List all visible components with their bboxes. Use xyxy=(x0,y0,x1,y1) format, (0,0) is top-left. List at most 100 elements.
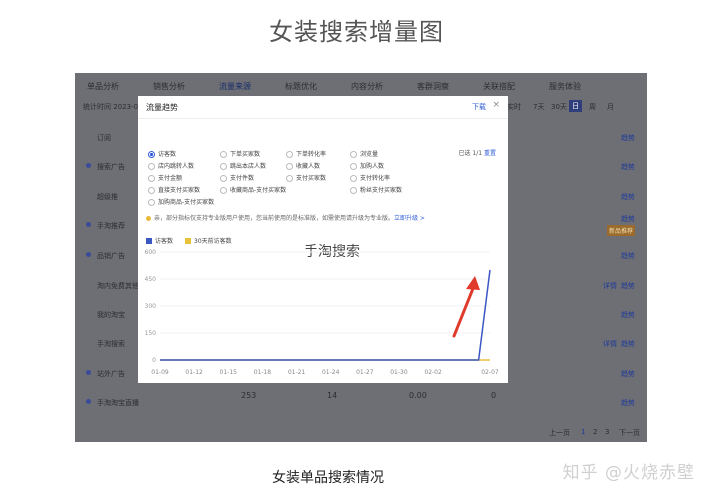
trend-link[interactable]: 趋势 xyxy=(621,398,635,408)
row-dot[interactable] xyxy=(86,222,91,227)
metric-option[interactable]: 跳出本店人数 xyxy=(220,161,266,170)
trend-link[interactable]: 趋势 xyxy=(621,192,635,202)
row-label: 手淘推荐 xyxy=(97,222,125,230)
metric-label: 下单转化率 xyxy=(296,151,327,158)
tab-related[interactable]: 关联搭配 xyxy=(483,81,515,92)
row-label: 淘内免费其他 xyxy=(97,282,139,290)
metric-label: 直接支付买家数 xyxy=(158,187,201,194)
download-button[interactable]: 下载 xyxy=(472,102,486,112)
metric-option[interactable]: 下单买家数 xyxy=(220,149,260,158)
row-dot[interactable] xyxy=(86,399,91,404)
metric-label: 支付买家数 xyxy=(296,175,327,182)
tab-sales[interactable]: 销售分析 xyxy=(153,81,185,92)
trend-link[interactable]: 趋势 xyxy=(621,214,635,224)
metric-option[interactable]: 支付转化率 xyxy=(350,173,390,182)
metric-label: 下单买家数 xyxy=(230,151,261,158)
radio-icon[interactable] xyxy=(148,175,155,182)
period-day[interactable]: 日 xyxy=(569,100,582,112)
metric-option[interactable]: 直接支付买家数 xyxy=(148,185,200,194)
period-7d[interactable]: 7天 xyxy=(533,102,544,112)
pager-page-1[interactable]: 1 xyxy=(581,428,585,436)
y-tick-label: 0 xyxy=(152,357,156,364)
radio-icon[interactable] xyxy=(350,163,357,170)
pager-page-2[interactable]: 2 xyxy=(593,428,597,436)
y-tick-label: 450 xyxy=(145,276,157,283)
metric-option[interactable]: 收藏人数 xyxy=(286,161,320,170)
pager-next[interactable]: 下一页 xyxy=(619,428,640,438)
trend-link[interactable]: 趋势 xyxy=(621,251,635,261)
legend-item[interactable]: 30天前访客数 xyxy=(185,236,232,245)
trend-link[interactable]: 趋势 xyxy=(621,310,635,320)
tab-traffic-source[interactable]: 流量来源 xyxy=(219,81,251,92)
metric-label: 跳出本店人数 xyxy=(230,163,267,170)
metric-label: 收藏商品-支付买家数 xyxy=(230,187,287,194)
selected-count: 已选 1/1 重置 xyxy=(458,148,496,157)
tab-service[interactable]: 服务体验 xyxy=(549,81,581,92)
metric-label: 支付件数 xyxy=(230,175,255,182)
detail-link[interactable]: 详情 xyxy=(603,339,617,349)
upgrade-link[interactable]: 立即升级 > xyxy=(394,215,425,222)
legend-swatch xyxy=(146,237,152,244)
legend-item[interactable]: 访客数 xyxy=(146,236,173,245)
radio-icon[interactable] xyxy=(220,175,227,182)
metric-option[interactable]: 下单转化率 xyxy=(286,149,326,158)
trend-link[interactable]: 趋势 xyxy=(621,133,635,143)
metric-option[interactable]: 访客数 xyxy=(148,149,176,158)
trend-chart: 0 150 300 450 600 01-09 01-12 01-15 01-18 01-21 01… xyxy=(145,249,499,376)
period-realtime[interactable]: 实时 xyxy=(507,102,521,112)
metric-option[interactable]: 收藏商品-支付买家数 xyxy=(220,185,286,194)
row-dot[interactable] xyxy=(86,252,91,257)
period-week[interactable]: 周 xyxy=(589,102,596,112)
period-month[interactable]: 月 xyxy=(607,102,614,112)
metric-label: 加购人数 xyxy=(360,163,385,170)
value-cell: 253 xyxy=(241,391,257,400)
tab-title-optimize[interactable]: 标题优化 xyxy=(285,81,317,92)
radio-icon[interactable] xyxy=(350,187,357,194)
radio-icon[interactable] xyxy=(148,163,155,170)
close-icon[interactable]: × xyxy=(492,100,500,110)
tab-customer[interactable]: 客群洞察 xyxy=(417,81,449,92)
notice-text: 亲，部分指标仅支持专业版用户使用，您当前使用的是标准版，如需使用请升级为专业版。 xyxy=(154,215,395,222)
pager-page-3[interactable]: 3 xyxy=(605,428,609,436)
period-30d[interactable]: 30天 xyxy=(551,102,567,112)
x-tick-label: 01-27 xyxy=(356,369,374,376)
tab-content[interactable]: 内容分析 xyxy=(351,81,383,92)
radio-icon[interactable] xyxy=(350,151,357,158)
trend-link[interactable]: 趋势 xyxy=(621,339,635,349)
y-tick-label: 300 xyxy=(145,303,157,310)
row-dot[interactable] xyxy=(86,163,91,168)
metric-option[interactable]: 加购商品-支付买家数 xyxy=(148,197,214,206)
metric-option[interactable]: 加购人数 xyxy=(350,161,384,170)
radio-icon[interactable] xyxy=(286,163,293,170)
metric-option[interactable]: 支付金额 xyxy=(148,173,182,182)
metric-option[interactable]: 支付买家数 xyxy=(286,173,326,182)
metric-option[interactable]: 浏览量 xyxy=(350,149,378,158)
tab-single-product[interactable]: 单品分析 xyxy=(87,81,119,92)
selected-count-text: 已选 1/1 xyxy=(458,150,483,157)
pager-prev[interactable]: 上一页 xyxy=(549,428,570,438)
detail-link[interactable]: 详情 xyxy=(603,281,617,291)
trend-link[interactable]: 趋势 xyxy=(621,162,635,172)
x-tick-label: 01-30 xyxy=(390,369,408,376)
radio-icon[interactable] xyxy=(220,163,227,170)
trend-link[interactable]: 趋势 xyxy=(621,281,635,291)
row-label: 站外广告 xyxy=(97,370,125,378)
metric-option[interactable]: 支付件数 xyxy=(220,173,254,182)
radio-icon[interactable] xyxy=(286,151,293,158)
info-icon xyxy=(146,216,151,221)
radio-icon[interactable] xyxy=(148,199,155,206)
radio-icon[interactable] xyxy=(286,175,293,182)
annotation-arrow xyxy=(452,284,476,338)
reset-link[interactable]: 重置 xyxy=(484,150,496,157)
trend-link[interactable]: 趋势 xyxy=(621,369,635,379)
metric-option[interactable]: 店内跳转人数 xyxy=(148,161,194,170)
value-cell: 0 xyxy=(491,391,497,400)
x-tick-label: 01-24 xyxy=(322,369,340,376)
metric-option[interactable]: 粉丝支付买家数 xyxy=(350,185,402,194)
radio-icon[interactable] xyxy=(220,187,227,194)
radio-icon[interactable] xyxy=(148,151,155,158)
radio-icon[interactable] xyxy=(350,175,357,182)
radio-icon[interactable] xyxy=(148,187,155,194)
radio-icon[interactable] xyxy=(220,151,227,158)
row-dot[interactable] xyxy=(86,370,91,375)
